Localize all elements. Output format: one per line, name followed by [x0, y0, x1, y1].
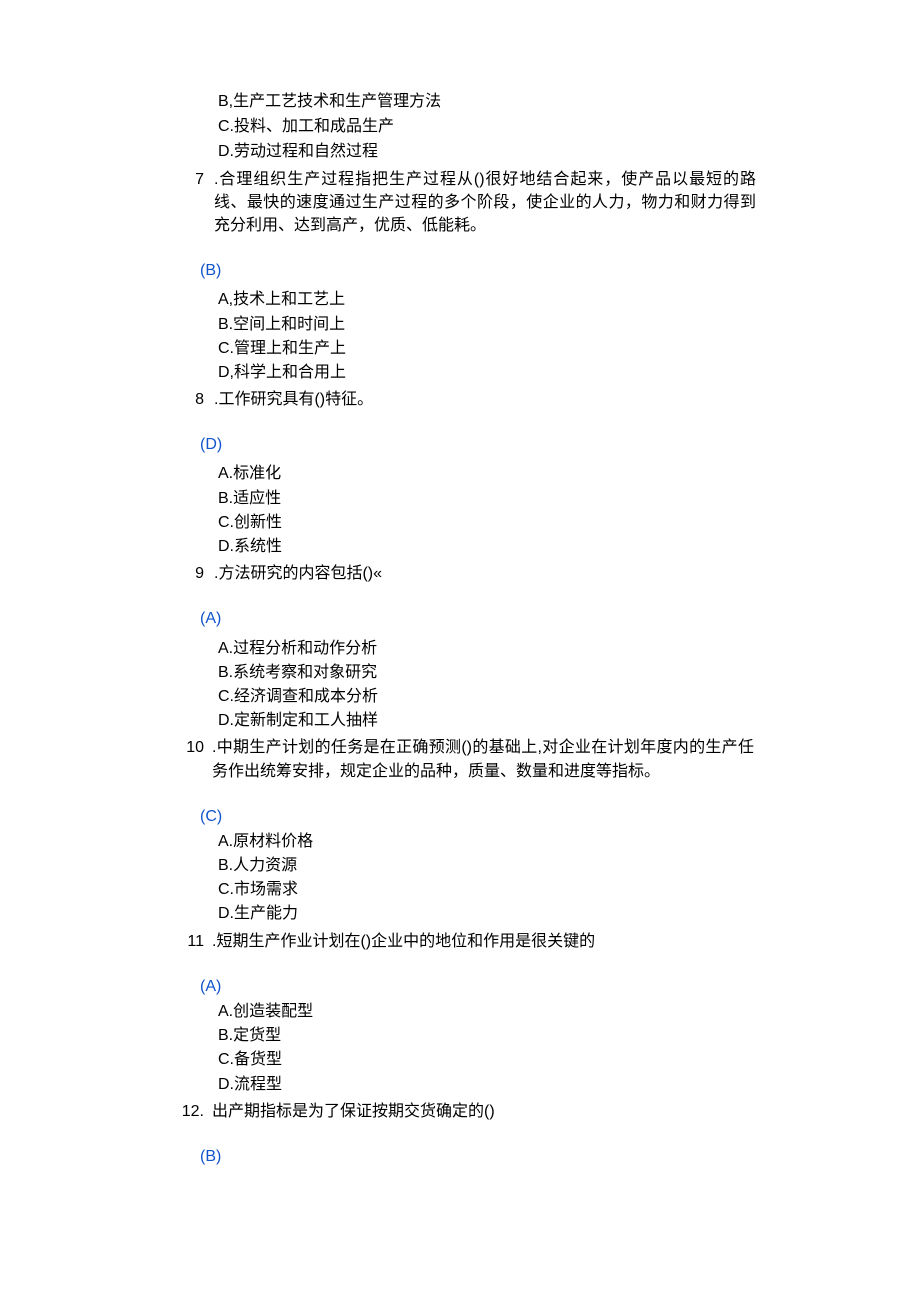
- option-d: D.定新制定和工人抽样: [218, 709, 920, 732]
- option-b: B.系统考察和对象研究: [218, 661, 920, 684]
- option-c: C.备货型: [218, 1048, 920, 1071]
- option-a: A.创造装配型: [218, 1000, 920, 1023]
- question-number: 7: [174, 168, 204, 191]
- option-list: A.原材料价格 B.人力资源 C.市场需求 D.生产能力: [218, 830, 920, 926]
- option-list: A.过程分析和动作分析 B.系统考察和对象研究 C.经济调查和成本分析 D.定新…: [218, 637, 920, 733]
- option-c: C.经济调查和成本分析: [218, 685, 920, 708]
- question-9: 9 .方法研究的内容包括()« (A) A.过程分析和动作分析 B.系统考察和对…: [0, 562, 920, 732]
- option-c: C.管理上和生产上: [218, 337, 920, 360]
- option-d: D,科学上和合用上: [218, 361, 920, 384]
- question-stem: .合理组织生产过程指把生产过程从()很好地结合起来，使产品以最短的路线、最快的速…: [214, 168, 756, 238]
- question-12: 12. 出产期指标是为了保证按期交货确定的() (B): [0, 1100, 920, 1168]
- option-b: B.适应性: [218, 487, 920, 510]
- question-7: 7 .合理组织生产过程指把生产过程从()很好地结合起来，使产品以最短的路线、最快…: [0, 168, 920, 385]
- option-a: A.标准化: [218, 462, 920, 485]
- option-a: A,技术上和工艺上: [218, 288, 920, 311]
- question-11: 11 .短期生产作业计划在()企业中的地位和作用是很关键的 (A) A.创造装配…: [0, 930, 920, 1096]
- option-d: D.系统性: [218, 535, 920, 558]
- answer-label: (B): [200, 259, 920, 282]
- document-page: B,生产工艺技术和生产管理方法 C.投料、加工和成品生产 D.劳动过程和自然过程…: [0, 0, 920, 1301]
- answer-label: (A): [200, 975, 920, 998]
- option-list: A.创造装配型 B.定货型 C.备货型 D.流程型: [218, 1000, 920, 1096]
- option-c: C.创新性: [218, 511, 920, 534]
- option-b: B.空间上和时间上: [218, 313, 920, 336]
- question-number: 12.: [174, 1100, 204, 1123]
- question-stem: .工作研究具有()特征。: [214, 388, 373, 411]
- question-stem: .方法研究的内容包括()«: [214, 562, 382, 585]
- option-a: A.原材料价格: [218, 830, 920, 853]
- answer-label: (C): [200, 805, 920, 828]
- question-number: 9: [174, 562, 204, 585]
- option-list: A,技术上和工艺上 B.空间上和时间上 C.管理上和生产上 D,科学上和合用上: [218, 288, 920, 384]
- option-d: D.劳动过程和自然过程: [218, 140, 920, 163]
- question-number: 11: [174, 930, 204, 953]
- option-b: B,生产工艺技术和生产管理方法: [218, 90, 920, 113]
- option-c: C.投料、加工和成品生产: [218, 115, 920, 138]
- option-a: A.过程分析和动作分析: [218, 637, 920, 660]
- option-c: C.市场需求: [218, 878, 920, 901]
- answer-label: (A): [200, 607, 920, 630]
- question-stem: .短期生产作业计划在()企业中的地位和作用是很关键的: [212, 930, 595, 953]
- option-d: D.生产能力: [218, 902, 920, 925]
- question-stem: 出产期指标是为了保证按期交货确定的(): [212, 1100, 495, 1123]
- question-10: 10 .中期生产计划的任务是在正确预测()的基础上,对企业在计划年度内的生产任务…: [0, 736, 920, 925]
- answer-label: (D): [200, 433, 920, 456]
- question-number: 10: [174, 736, 204, 759]
- option-b: B.人力资源: [218, 854, 920, 877]
- question-stem: .中期生产计划的任务是在正确预测()的基础上,对企业在计划年度内的生产任务作出统…: [212, 736, 754, 782]
- question-number: 8: [174, 388, 204, 411]
- option-list: A.标准化 B.适应性 C.创新性 D.系统性: [218, 462, 920, 558]
- question-8: 8 .工作研究具有()特征。 (D) A.标准化 B.适应性 C.创新性 D.系…: [0, 388, 920, 558]
- option-b: B.定货型: [218, 1024, 920, 1047]
- orphan-option-block: B,生产工艺技术和生产管理方法 C.投料、加工和成品生产 D.劳动过程和自然过程: [218, 90, 920, 164]
- option-d: D.流程型: [218, 1073, 920, 1096]
- answer-label: (B): [200, 1145, 920, 1168]
